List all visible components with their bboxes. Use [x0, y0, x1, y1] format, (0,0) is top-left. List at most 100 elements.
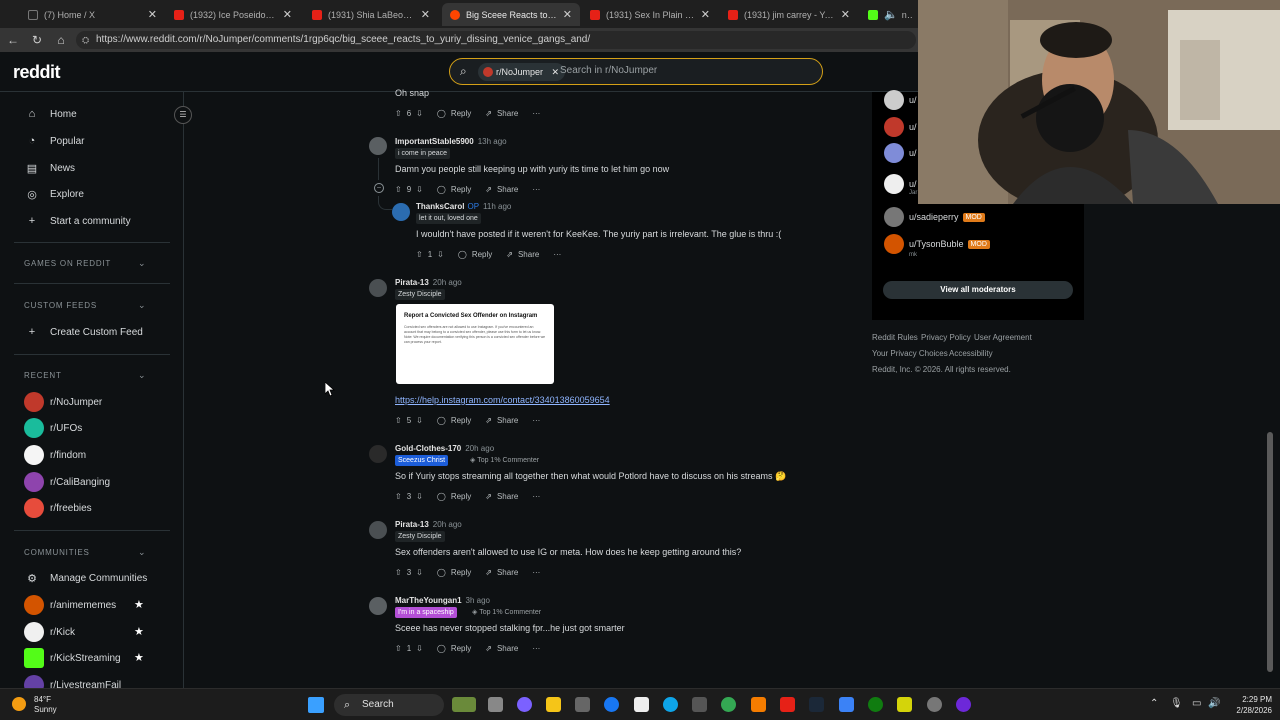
upvote-icon[interactable]: ⇧: [395, 185, 402, 194]
share-button[interactable]: Share: [497, 492, 518, 501]
username[interactable]: ImportantStable5900: [395, 137, 474, 146]
more-options-button[interactable]: ···: [553, 250, 561, 259]
share-button[interactable]: Share: [497, 568, 518, 577]
username[interactable]: Pirata-13: [395, 278, 429, 287]
username[interactable]: ThanksCarol: [416, 202, 464, 211]
comment-author[interactable]: MarTheYoungan1 3h ago: [395, 596, 490, 605]
obs-icon[interactable]: [927, 697, 942, 712]
username[interactable]: MarTheYoungan1: [395, 596, 462, 605]
browser-tab-active[interactable]: Big Sceee Reacts to Yuriy dis… ✕: [442, 3, 580, 26]
sidebar-item-popular[interactable]: ◔ Popular: [24, 130, 85, 152]
upvote-icon[interactable]: ⇧: [395, 416, 402, 425]
moderator-item[interactable]: u/sadieperry MOD: [884, 207, 985, 227]
taskbar-search[interactable]: ⌕ Search: [334, 694, 444, 716]
sidebar-item-freebies[interactable]: r/freebies: [24, 497, 92, 519]
upvote-icon[interactable]: ⇧: [416, 250, 423, 259]
share-button[interactable]: Share: [497, 416, 518, 425]
chrome-icon[interactable]: [721, 697, 736, 712]
reply-icon[interactable]: ◯: [437, 492, 446, 501]
upvote-icon[interactable]: ⇧: [395, 568, 402, 577]
scrollbar-thumb[interactable]: [1267, 432, 1273, 672]
task-view-icon[interactable]: [488, 697, 503, 712]
reply-icon[interactable]: ◯: [437, 109, 446, 118]
weather-widget[interactable]: 84°F Sunny: [12, 695, 57, 715]
widget-icon[interactable]: [452, 697, 476, 712]
browser-tab[interactable]: 🔈 nojum: [860, 3, 920, 26]
sidebar-item-calibanging[interactable]: r/CaliBanging: [24, 471, 110, 493]
more-options-button[interactable]: ···: [532, 185, 540, 194]
downvote-icon[interactable]: ⇩: [416, 492, 423, 501]
downvote-icon[interactable]: ⇩: [416, 416, 423, 425]
app-icon[interactable]: [839, 697, 854, 712]
subreddit-search-chip[interactable]: r/NoJumper ✕: [478, 63, 566, 81]
share-icon[interactable]: ⇗: [485, 568, 492, 577]
moderator-item[interactable]: u/: [884, 117, 917, 137]
star-icon[interactable]: ★: [134, 651, 144, 664]
close-icon[interactable]: ✕: [421, 8, 430, 21]
share-button[interactable]: Share: [497, 185, 518, 194]
comment-author[interactable]: Pirata-13 20h ago: [395, 278, 462, 287]
windows-start-icon[interactable]: [308, 697, 324, 713]
home-icon[interactable]: ⌂: [53, 32, 69, 48]
moderator-item[interactable]: u/: [884, 90, 917, 110]
youtube-icon[interactable]: [780, 697, 795, 712]
share-icon[interactable]: ⇗: [485, 416, 492, 425]
reddit-logo[interactable]: reddit: [13, 62, 61, 83]
upvote-icon[interactable]: ⇧: [395, 109, 402, 118]
section-heading-communities[interactable]: COMMUNITIES: [24, 548, 90, 557]
footer-link-privacy-choices[interactable]: Your Privacy Choices: [872, 349, 948, 358]
sidebar-item-explore[interactable]: ◎ Explore: [24, 183, 84, 205]
create-custom-feed-button[interactable]: + Create Custom Feed: [24, 321, 143, 343]
avatar[interactable]: [369, 445, 387, 463]
reply-button[interactable]: Reply: [451, 568, 471, 577]
share-icon[interactable]: ⇗: [485, 109, 492, 118]
footer-link-accessibility[interactable]: Accessibility: [949, 349, 993, 358]
reply-button[interactable]: Reply: [472, 250, 492, 259]
upvote-icon[interactable]: ⇧: [395, 492, 402, 501]
section-heading-custom-feeds[interactable]: CUSTOM FEEDS: [24, 301, 97, 310]
chevron-down-icon[interactable]: ⌄: [138, 370, 146, 381]
chevron-down-icon[interactable]: ⌄: [138, 547, 146, 558]
collapse-thread-icon[interactable]: −: [374, 183, 384, 193]
share-button[interactable]: Share: [518, 250, 539, 259]
star-icon[interactable]: ★: [134, 598, 144, 611]
sidebar-item-kick[interactable]: r/Kick: [24, 621, 75, 643]
downvote-icon[interactable]: ⇩: [416, 185, 423, 194]
username[interactable]: Pirata-13: [395, 520, 429, 529]
sidebar-item-ufos[interactable]: r/UFOs: [24, 417, 82, 439]
notes-icon[interactable]: [897, 697, 912, 712]
sidebar-item-kickstreaming[interactable]: r/KickStreaming: [24, 647, 121, 669]
sidebar-item-home[interactable]: ⌂ Home: [24, 103, 77, 125]
close-icon[interactable]: ✕: [563, 8, 572, 21]
avatar[interactable]: [369, 279, 387, 297]
url-field[interactable]: ⛭ https://www.reddit.com/r/NoJumper/comm…: [76, 31, 916, 49]
avatar[interactable]: [369, 137, 387, 155]
microphone-icon[interactable]: 🎙: [1170, 698, 1183, 709]
reply-icon[interactable]: ◯: [437, 185, 446, 194]
star-icon[interactable]: ★: [134, 625, 144, 638]
app-icon[interactable]: [956, 697, 971, 712]
sidebar-item-start-community[interactable]: + Start a community: [24, 210, 131, 232]
sidebar-item-livestreamfail[interactable]: r/LivestreamFail: [24, 674, 121, 688]
close-icon[interactable]: ✕: [841, 8, 850, 21]
avatar[interactable]: [369, 521, 387, 539]
close-icon[interactable]: ✕: [701, 8, 710, 21]
section-heading-recent[interactable]: RECENT: [24, 371, 62, 380]
reply-button[interactable]: Reply: [451, 644, 471, 653]
chevron-down-icon[interactable]: ⌄: [138, 258, 146, 269]
browser-tab[interactable]: (7) Home / X ✕: [20, 3, 165, 26]
share-icon[interactable]: ⇗: [485, 492, 492, 501]
footer-link-privacy[interactable]: Privacy Policy: [921, 333, 971, 342]
comment-author[interactable]: ThanksCarol OP 11h ago: [416, 202, 511, 211]
xbox-icon[interactable]: [868, 697, 883, 712]
close-icon[interactable]: ✕: [148, 8, 157, 21]
close-icon[interactable]: ✕: [283, 8, 292, 21]
browser-tab[interactable]: (1931) jim carrey - YouTube ✕: [720, 3, 858, 26]
sidebar-item-animememes[interactable]: r/animememes: [24, 594, 116, 616]
amazon-icon[interactable]: [634, 697, 649, 712]
share-icon[interactable]: ⇗: [506, 250, 513, 259]
browser-tab[interactable]: (1931) Sex In Plain Sight: Th… ✕: [582, 3, 718, 26]
chevron-up-icon[interactable]: ⌃: [1150, 698, 1158, 709]
speaker-icon[interactable]: 🔈: [884, 8, 898, 21]
reply-icon[interactable]: ◯: [437, 416, 446, 425]
